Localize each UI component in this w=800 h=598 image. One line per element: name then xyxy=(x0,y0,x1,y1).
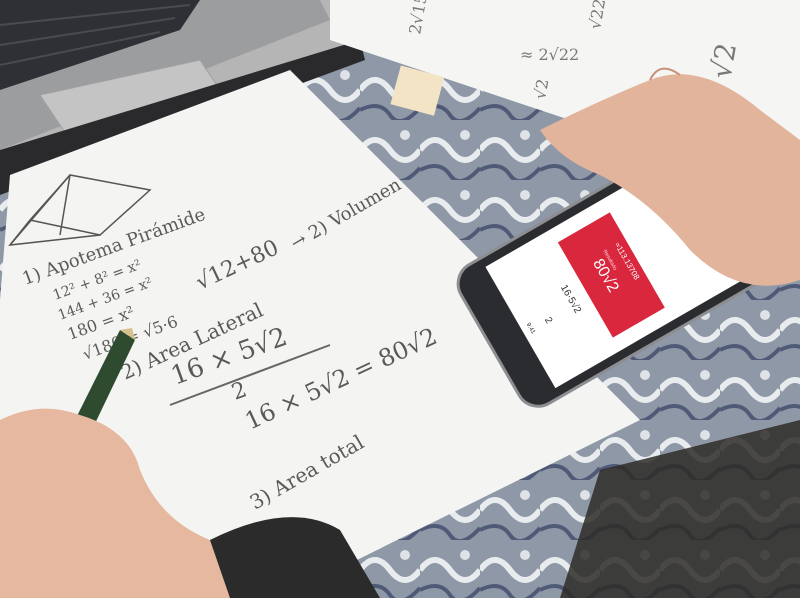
svg-text:√2: √2 xyxy=(530,77,552,100)
photo-scene: 2√15 ≈ 2√22 √22 √2 √2 1) Apotema Pirámid… xyxy=(0,0,800,598)
photo-canvas: 2√15 ≈ 2√22 √22 √2 √2 1) Apotema Pirámid… xyxy=(0,0,800,598)
svg-text:≈ 2√22: ≈ 2√22 xyxy=(520,45,579,64)
svg-text:√2: √2 xyxy=(704,40,743,81)
